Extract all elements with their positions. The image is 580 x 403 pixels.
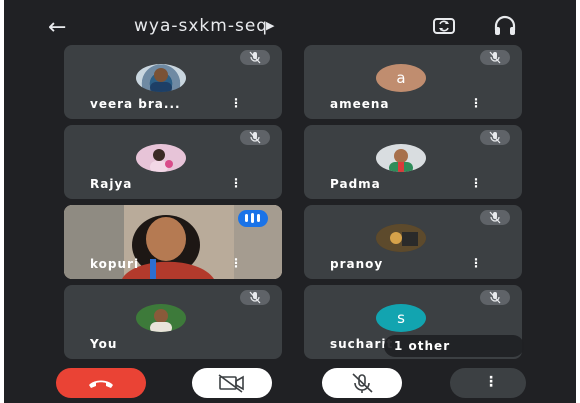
speaking-indicator-icon xyxy=(238,210,268,227)
avatar xyxy=(136,144,186,172)
participant-tile[interactable]: You xyxy=(64,285,282,359)
call-controls: ⋮ xyxy=(4,362,576,403)
participant-name: Rajya xyxy=(90,177,133,191)
more-vertical-icon[interactable]: ⋮ xyxy=(230,256,242,270)
phone-hangup-icon xyxy=(89,380,113,388)
participant-tile[interactable]: a ameena ⋮ xyxy=(304,45,522,119)
more-vertical-icon[interactable]: ⋮ xyxy=(230,176,242,190)
headphones-icon[interactable] xyxy=(492,14,518,38)
camera-toggle-button[interactable] xyxy=(192,368,272,398)
avatar xyxy=(136,304,186,332)
mic-off-icon xyxy=(480,50,510,65)
participant-name: You xyxy=(90,337,118,351)
video-off-icon xyxy=(218,374,244,393)
mic-off-icon xyxy=(480,290,510,305)
meet-screen: ← wya-sxkm-seq ▶ veera bra... ⋮ a ameena… xyxy=(4,0,576,403)
avatar xyxy=(376,144,426,172)
avatar xyxy=(136,64,186,92)
mic-off-icon xyxy=(480,210,510,225)
participant-name: kopuri xyxy=(90,257,140,271)
participant-name: pranoy xyxy=(330,257,384,271)
participant-name: veera bra... xyxy=(90,97,181,111)
camera-switch-icon[interactable] xyxy=(431,14,457,38)
participant-tile[interactable]: Rajya ⋮ xyxy=(64,125,282,199)
more-vertical-icon[interactable]: ⋮ xyxy=(470,96,482,110)
participant-name: Padma xyxy=(330,177,381,191)
mic-toggle-button[interactable] xyxy=(322,368,402,398)
more-vertical-icon[interactable]: ⋮ xyxy=(470,256,482,270)
more-options-button[interactable]: ⋮ xyxy=(450,368,526,398)
more-vertical-icon: ⋮ xyxy=(484,374,498,390)
back-arrow-icon[interactable]: ← xyxy=(48,14,66,42)
mic-off-icon xyxy=(240,290,270,305)
avatar: s xyxy=(376,304,426,332)
avatar: a xyxy=(376,64,426,92)
mic-off-icon xyxy=(352,373,373,393)
avatar xyxy=(376,224,426,252)
participant-tile[interactable]: kopuri ⋮ xyxy=(64,205,282,279)
participant-name: ameena xyxy=(330,97,390,111)
participant-tile[interactable]: pranoy ⋮ xyxy=(304,205,522,279)
others-badge[interactable]: 1 other xyxy=(384,335,524,357)
more-vertical-icon[interactable]: ⋮ xyxy=(230,96,242,110)
mic-off-icon xyxy=(480,130,510,145)
participant-tile[interactable]: veera bra... ⋮ xyxy=(64,45,282,119)
mic-off-icon xyxy=(240,130,270,145)
mic-off-icon xyxy=(240,50,270,65)
end-call-button[interactable] xyxy=(56,368,146,398)
more-vertical-icon[interactable]: ⋮ xyxy=(470,176,482,190)
meeting-code[interactable]: wya-sxkm-seq xyxy=(134,16,268,36)
caret-right-icon[interactable]: ▶ xyxy=(266,19,274,32)
participant-tile[interactable]: Padma ⋮ xyxy=(304,125,522,199)
